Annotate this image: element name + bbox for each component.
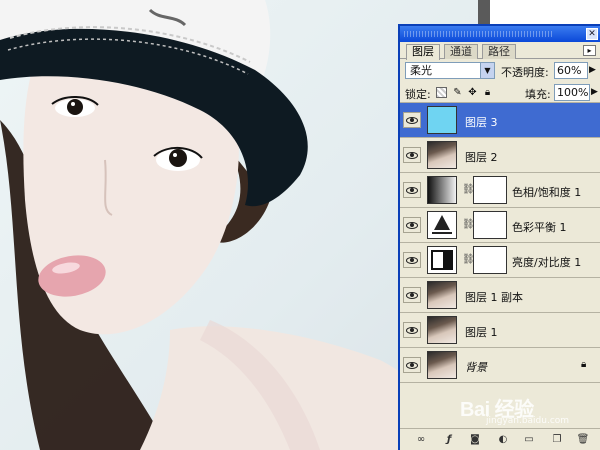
layer-row[interactable]: ⛓ 亮度/对比度 1 <box>400 243 600 278</box>
layer-name: 图层 3 <box>465 116 498 129</box>
fill-label: 填充: <box>525 88 551 101</box>
layer-mask-thumbnail[interactable] <box>473 176 507 204</box>
layer-style-icon[interactable]: ƒ <box>442 433 456 446</box>
layer-name: 色相/饱和度 1 <box>512 186 582 199</box>
layers-palette: ✕ 图层 通道 路径 ▸ 柔光 ▼ 不透明度: 60% ▶ 锁定: ✎ ✥ 🔒︎… <box>398 24 600 450</box>
visibility-eye-icon[interactable] <box>403 287 421 303</box>
lock-all-icon[interactable]: 🔒︎ <box>482 87 493 98</box>
palette-title-bar[interactable]: ✕ <box>400 26 600 42</box>
fill-input[interactable]: 100% <box>554 84 590 101</box>
layer-name: 亮度/对比度 1 <box>512 256 582 269</box>
tab-paths[interactable]: 路径 <box>482 44 516 59</box>
palette-bottom-toolbar: ∞ ƒ ◙ ◐ ▭ ❐ 🗑︎ <box>400 428 600 450</box>
layer-thumbnail <box>427 106 457 134</box>
layer-name: 图层 1 副本 <box>465 291 523 304</box>
fill-slider-arrow-icon[interactable]: ▶ <box>591 87 598 97</box>
lock-row: 锁定: ✎ ✥ 🔒︎ 填充: 100% ▶ <box>400 81 600 103</box>
new-layer-icon[interactable]: ❐ <box>550 433 564 446</box>
tab-layers[interactable]: 图层 <box>406 44 440 60</box>
layer-mask-thumbnail[interactable] <box>473 211 507 239</box>
tab-channels[interactable]: 通道 <box>444 44 478 59</box>
lock-move-icon[interactable]: ✥ <box>467 87 478 98</box>
palette-tabs: 图层 通道 路径 ▸ <box>400 42 600 60</box>
layer-name: 图层 1 <box>465 326 498 339</box>
opacity-label: 不透明度: <box>501 66 549 79</box>
visibility-eye-icon[interactable] <box>403 112 421 128</box>
hue-saturation-icon <box>427 176 457 204</box>
folder-icon[interactable]: ▭ <box>522 433 536 446</box>
layer-name: 色彩平衡 1 <box>512 221 567 234</box>
visibility-eye-icon[interactable] <box>403 147 421 163</box>
layer-thumbnail <box>427 316 457 344</box>
blend-mode-value: 柔光 <box>410 64 432 77</box>
chevron-down-icon[interactable]: ▼ <box>480 63 494 78</box>
mask-icon[interactable]: ◙ <box>468 433 482 446</box>
trash-icon[interactable]: 🗑︎ <box>576 433 590 446</box>
lock-icon: 🔒︎ <box>581 359 587 370</box>
blend-row: 柔光 ▼ 不透明度: 60% ▶ <box>400 59 600 81</box>
layer-row[interactable]: ⛓ 色彩平衡 1 <box>400 208 600 243</box>
layer-thumbnail <box>427 141 457 169</box>
palette-menu-button[interactable]: ▸ <box>583 45 596 56</box>
title-bar-grip <box>404 31 554 37</box>
layer-row[interactable]: 图层 3 <box>400 103 600 138</box>
adjustment-icon[interactable]: ◐ <box>496 433 510 446</box>
brightness-contrast-icon <box>427 246 457 274</box>
color-balance-icon <box>427 211 457 239</box>
lock-brush-icon[interactable]: ✎ <box>452 87 463 98</box>
layer-mask-thumbnail[interactable] <box>473 246 507 274</box>
visibility-eye-icon[interactable] <box>403 252 421 268</box>
visibility-eye-icon[interactable] <box>403 322 421 338</box>
visibility-eye-icon[interactable] <box>403 357 421 373</box>
close-button[interactable]: ✕ <box>586 28 598 40</box>
layer-row[interactable]: 图层 1 副本 <box>400 278 600 313</box>
lock-transparent-icon[interactable] <box>436 87 447 98</box>
link-icon[interactable]: ∞ <box>414 433 428 446</box>
lock-label: 锁定: <box>405 88 431 101</box>
layer-list: 图层 3 图层 2 ⛓ 色相/饱和度 1 ⛓ 色彩平衡 1 ⛓ 亮度/对比度 1… <box>400 103 600 383</box>
layer-row[interactable]: ⛓ 色相/饱和度 1 <box>400 173 600 208</box>
visibility-eye-icon[interactable] <box>403 217 421 233</box>
layer-name: 背景 <box>465 361 487 374</box>
opacity-input[interactable]: 60% <box>554 62 588 79</box>
layer-row[interactable]: 图层 1 <box>400 313 600 348</box>
layer-row[interactable]: 背景 🔒︎ <box>400 348 600 383</box>
canvas-background-white <box>490 0 600 26</box>
visibility-eye-icon[interactable] <box>403 182 421 198</box>
layer-row[interactable]: 图层 2 <box>400 138 600 173</box>
layer-thumbnail <box>427 281 457 309</box>
blend-mode-select[interactable]: 柔光 ▼ <box>405 62 495 79</box>
watermark-sub: jingyan.baidu.com <box>486 416 570 426</box>
layer-thumbnail <box>427 351 457 379</box>
layer-name: 图层 2 <box>465 151 498 164</box>
opacity-slider-arrow-icon[interactable]: ▶ <box>589 65 596 75</box>
